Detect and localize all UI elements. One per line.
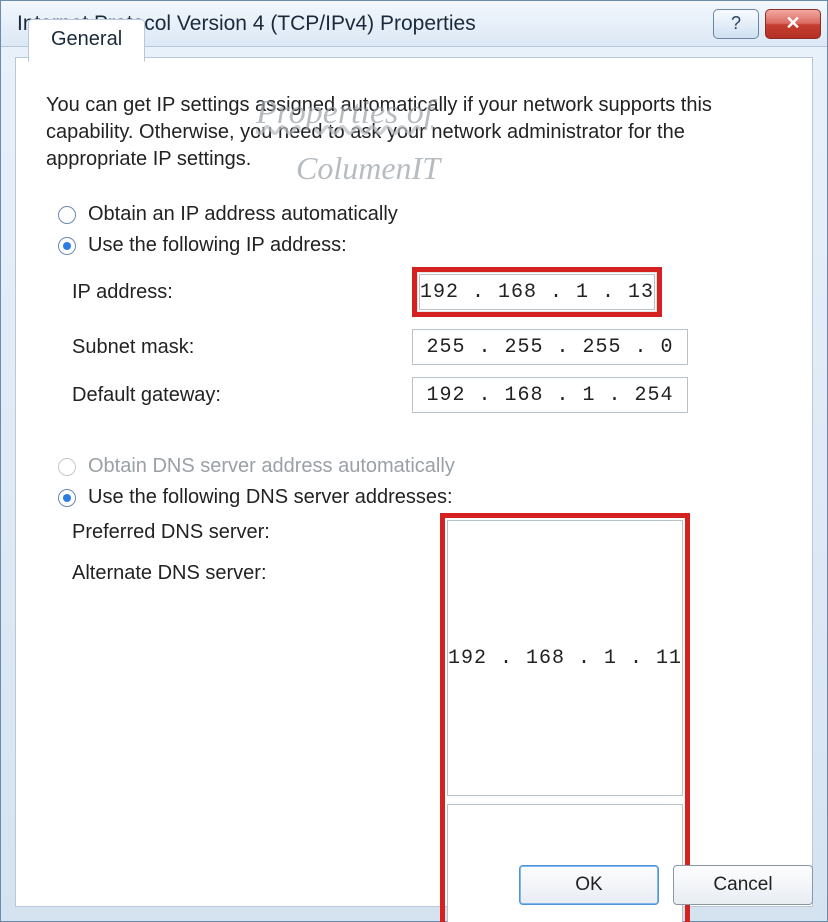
radio-icon <box>58 458 76 476</box>
radio-label: Obtain DNS server address automatically <box>88 455 455 478</box>
ip-group: Obtain an IP address automatically Use t… <box>46 199 782 419</box>
subnet-mask-input[interactable]: 255 . 255 . 255 . 0 <box>412 329 688 365</box>
field-ip-address: IP address: 192 . 168 . 1 . 13 <box>46 261 782 323</box>
field-default-gateway: Default gateway: 192 . 168 . 1 . 254 <box>46 371 782 419</box>
close-button[interactable]: ✕ <box>765 9 821 39</box>
dns-labels: Preferred DNS server: Alternate DNS serv… <box>72 513 412 585</box>
ok-button[interactable]: OK <box>519 865 659 905</box>
highlight-dns-servers: 192 . 168 . 1 . 11 192 . 168 . 1 . 12 <box>440 513 690 922</box>
radio-ip-manual[interactable]: Use the following IP address: <box>46 230 782 261</box>
tab-page-general: You can get IP settings assigned automat… <box>16 58 812 906</box>
preferred-dns-input[interactable]: 192 . 168 . 1 . 11 <box>447 520 683 796</box>
dialog-footer: OK Cancel <box>15 865 813 905</box>
radio-dot-icon <box>63 242 71 250</box>
ip-address-input[interactable]: 192 . 168 . 1 . 13 <box>419 274 655 310</box>
help-button[interactable]: ? <box>713 9 759 39</box>
radio-dot-icon <box>63 494 71 502</box>
highlight-ip-address: 192 . 168 . 1 . 13 <box>412 267 662 317</box>
ip-address-label: IP address: <box>72 281 412 304</box>
cancel-button[interactable]: Cancel <box>673 865 813 905</box>
preferred-dns-label: Preferred DNS server: <box>72 521 412 544</box>
field-subnet-mask: Subnet mask: 255 . 255 . 255 . 0 <box>46 323 782 371</box>
default-gateway-label: Default gateway: <box>72 384 412 407</box>
description-text: You can get IP settings assigned automat… <box>46 92 782 173</box>
tab-general[interactable]: General <box>28 19 145 62</box>
radio-icon <box>58 489 76 507</box>
radio-label: Use the following DNS server addresses: <box>88 486 453 509</box>
radio-icon <box>58 206 76 224</box>
close-icon: ✕ <box>785 13 800 34</box>
titlebar-buttons: ? ✕ <box>713 9 821 39</box>
dialog-window: Internet Protocol Version 4 (TCP/IPv4) P… <box>0 0 828 922</box>
dns-fields: Preferred DNS server: Alternate DNS serv… <box>46 513 782 922</box>
help-icon: ? <box>731 13 741 34</box>
subnet-mask-label: Subnet mask: <box>72 336 412 359</box>
radio-dns-manual[interactable]: Use the following DNS server addresses: <box>46 482 782 513</box>
dns-group: Obtain DNS server address automatically … <box>46 451 782 922</box>
radio-icon <box>58 237 76 255</box>
default-gateway-input[interactable]: 192 . 168 . 1 . 254 <box>412 377 688 413</box>
dialog-client: General You can get IP settings assigned… <box>15 57 813 907</box>
radio-label: Obtain an IP address automatically <box>88 203 398 226</box>
radio-label: Use the following IP address: <box>88 234 347 257</box>
alternate-dns-label: Alternate DNS server: <box>72 562 412 585</box>
radio-dns-auto: Obtain DNS server address automatically <box>46 451 782 482</box>
radio-ip-auto[interactable]: Obtain an IP address automatically <box>46 199 782 230</box>
